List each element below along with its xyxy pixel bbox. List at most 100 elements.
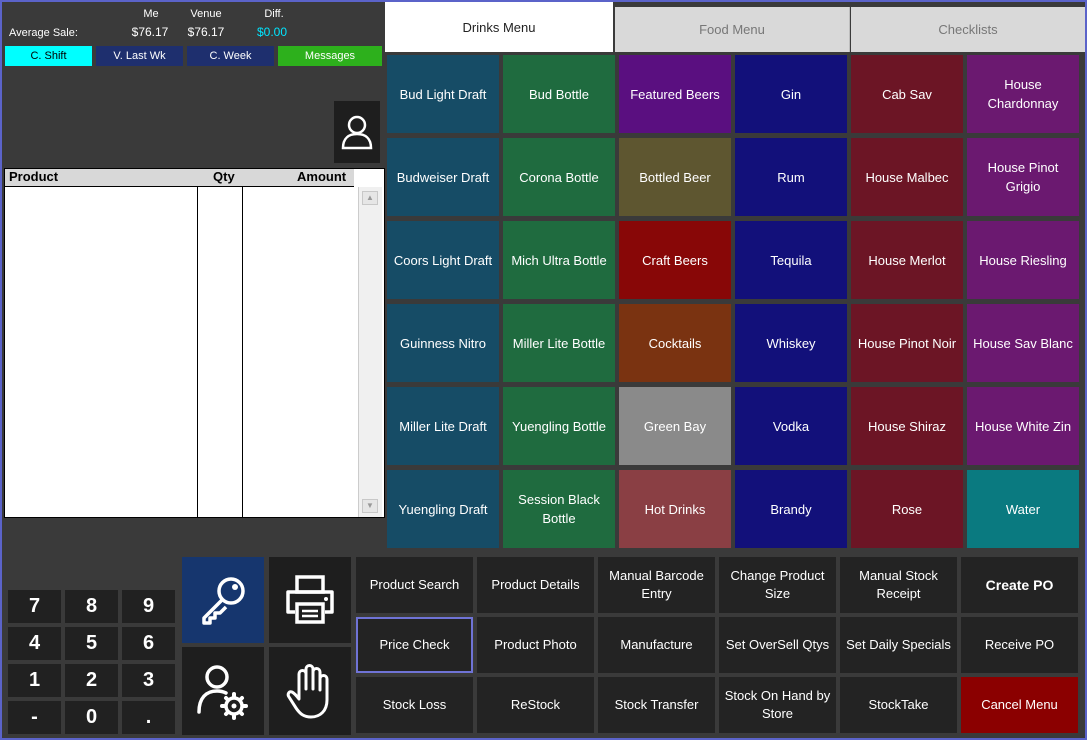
pos-window: Average Sale: Me Venue Diff. $76.17 $76.… <box>2 2 1085 738</box>
menu-tile-bud-light-draft[interactable]: Bud Light Draft <box>387 55 499 133</box>
key-button[interactable] <box>182 557 264 643</box>
keypad-key-7[interactable]: 7 <box>8 590 61 623</box>
menu-tile-house-merlot[interactable]: House Merlot <box>851 221 963 299</box>
menu-tile-miller-lite-bottle[interactable]: Miller Lite Bottle <box>503 304 615 382</box>
menu-tile-yuengling-bottle[interactable]: Yuengling Bottle <box>503 387 615 465</box>
scroll-down-icon[interactable]: ▼ <box>362 499 378 513</box>
menu-tile-brandy[interactable]: Brandy <box>735 470 847 548</box>
set-daily-specials-button[interactable]: Set Daily Specials <box>840 617 957 673</box>
manual-stock-receipt-button[interactable]: Manual Stock Receipt <box>840 557 957 613</box>
stock-on-hand-by-store-button[interactable]: Stock On Hand by Store <box>719 677 836 733</box>
hand-icon <box>286 664 329 719</box>
menu-tile-house-white-zin[interactable]: House White Zin <box>967 387 1079 465</box>
order-table: Product Qty Amount ▲ ▼ <box>4 168 385 518</box>
menu-tile-vodka[interactable]: Vodka <box>735 387 847 465</box>
receive-po-button[interactable]: Receive PO <box>961 617 1078 673</box>
hold-button[interactable] <box>269 647 351 735</box>
menu-tile-bottled-beer[interactable]: Bottled Beer <box>619 138 731 216</box>
price-check-button[interactable]: Price Check <box>356 617 473 673</box>
keypad-key-6[interactable]: 6 <box>122 627 175 660</box>
keypad-key-2[interactable]: 2 <box>65 664 118 697</box>
menu-tile-house-riesling[interactable]: House Riesling <box>967 221 1079 299</box>
menu-tile-bud-bottle[interactable]: Bud Bottle <box>503 55 615 133</box>
user-icon <box>341 115 373 150</box>
order-table-header: Product Qty Amount <box>5 169 354 187</box>
menu-tile-budweiser-draft[interactable]: Budweiser Draft <box>387 138 499 216</box>
keypad-key-0[interactable]: 0 <box>65 701 118 734</box>
average-sale-label: Average Sale: <box>9 27 78 39</box>
user-button[interactable] <box>334 101 380 163</box>
menu-tile-miller-lite-draft[interactable]: Miller Lite Draft <box>387 387 499 465</box>
menu-tile-yuengling-draft[interactable]: Yuengling Draft <box>387 470 499 548</box>
menu-tile-cab-sav[interactable]: Cab Sav <box>851 55 963 133</box>
tab-drinks-menu[interactable]: Drinks Menu <box>385 2 613 52</box>
keypad-key-9[interactable]: 9 <box>122 590 175 623</box>
menu-tile-water[interactable]: Water <box>967 470 1079 548</box>
column-divider <box>197 187 198 517</box>
menu-tile-guinness-nitro[interactable]: Guinness Nitro <box>387 304 499 382</box>
stocktake-button[interactable]: StockTake <box>840 677 957 733</box>
keypad-key-3[interactable]: 3 <box>122 664 175 697</box>
menu-tile-house-malbec[interactable]: House Malbec <box>851 138 963 216</box>
keypad-key-minus[interactable]: - <box>8 701 61 734</box>
amount-column-header: Amount <box>297 169 347 184</box>
menu-tile-craft-beers[interactable]: Craft Beers <box>619 221 731 299</box>
tab-food-menu[interactable]: Food Menu <box>615 7 850 52</box>
manual-barcode-entry-button[interactable]: Manual Barcode Entry <box>598 557 715 613</box>
venue-last-week-button[interactable]: V. Last Wk <box>96 46 183 66</box>
product-photo-button[interactable]: Product Photo <box>477 617 594 673</box>
current-shift-button[interactable]: C. Shift <box>5 46 92 66</box>
menu-tile-session-black-bottle[interactable]: Session Black Bottle <box>503 470 615 548</box>
menu-tile-whiskey[interactable]: Whiskey <box>735 304 847 382</box>
menu-tile-mich-ultra-bottle[interactable]: Mich Ultra Bottle <box>503 221 615 299</box>
keypad-key-4[interactable]: 4 <box>8 627 61 660</box>
order-scrollbar[interactable]: ▲ ▼ <box>358 187 382 517</box>
current-week-button[interactable]: C. Week <box>187 46 274 66</box>
menu-tile-corona-bottle[interactable]: Corona Bottle <box>503 138 615 216</box>
stock-transfer-button[interactable]: Stock Transfer <box>598 677 715 733</box>
menu-tile-green-bay[interactable]: Green Bay <box>619 387 731 465</box>
me-header: Me <box>143 8 159 20</box>
menu-tile-house-chardonnay[interactable]: House Chardonnay <box>967 55 1079 133</box>
scroll-up-icon[interactable]: ▲ <box>362 191 378 205</box>
menu-tile-hot-drinks[interactable]: Hot Drinks <box>619 470 731 548</box>
keypad-key-1[interactable]: 1 <box>8 664 61 697</box>
function-button-grid: Product Search Product Details Manual Barc… <box>356 557 1085 737</box>
menu-tile-house-sav-blanc[interactable]: House Sav Blanc <box>967 304 1079 382</box>
menu-tile-rum[interactable]: Rum <box>735 138 847 216</box>
create-po-button[interactable]: Create PO <box>961 557 1078 613</box>
key-icon <box>202 577 245 625</box>
manufacture-button[interactable]: Manufacture <box>598 617 715 673</box>
product-details-button[interactable]: Product Details <box>477 557 594 613</box>
user-settings-icon <box>197 665 248 720</box>
product-column-header: Product <box>9 169 59 184</box>
numeric-keypad: 789 456 123 -0. <box>8 590 175 735</box>
menu-tile-gin[interactable]: Gin <box>735 55 847 133</box>
keypad-key-8[interactable]: 8 <box>65 590 118 623</box>
change-product-size-button[interactable]: Change Product Size <box>719 557 836 613</box>
diff-value: $0.00 <box>256 25 288 39</box>
set-oversell-qtys-button[interactable]: Set OverSell Qtys <box>719 617 836 673</box>
menu-tile-rose[interactable]: Rose <box>851 470 963 548</box>
menu-tile-house-pinot-grigio[interactable]: House Pinot Grigio <box>967 138 1079 216</box>
printer-icon <box>286 575 334 624</box>
menu-tile-tequila[interactable]: Tequila <box>735 221 847 299</box>
stock-loss-button[interactable]: Stock Loss <box>356 677 473 733</box>
keypad-key-5[interactable]: 5 <box>65 627 118 660</box>
print-button[interactable] <box>269 557 351 643</box>
keypad-key-decimal[interactable]: . <box>122 701 175 734</box>
qty-column-header: Qty <box>213 169 235 184</box>
venue-value: $76.17 <box>187 25 225 39</box>
product-search-button[interactable]: Product Search <box>356 557 473 613</box>
user-settings-button[interactable] <box>182 647 264 735</box>
diff-header: Diff. <box>264 8 284 20</box>
cancel-menu-button[interactable]: Cancel Menu <box>961 677 1078 733</box>
messages-button[interactable]: Messages <box>278 46 382 66</box>
menu-tile-cocktails[interactable]: Cocktails <box>619 304 731 382</box>
restock-button[interactable]: ReStock <box>477 677 594 733</box>
menu-tile-coors-light-draft[interactable]: Coors Light Draft <box>387 221 499 299</box>
menu-tile-featured-beers[interactable]: Featured Beers <box>619 55 731 133</box>
menu-tile-house-shiraz[interactable]: House Shiraz <box>851 387 963 465</box>
tab-checklists[interactable]: Checklists <box>851 7 1085 52</box>
menu-tile-house-pinot-noir[interactable]: House Pinot Noir <box>851 304 963 382</box>
